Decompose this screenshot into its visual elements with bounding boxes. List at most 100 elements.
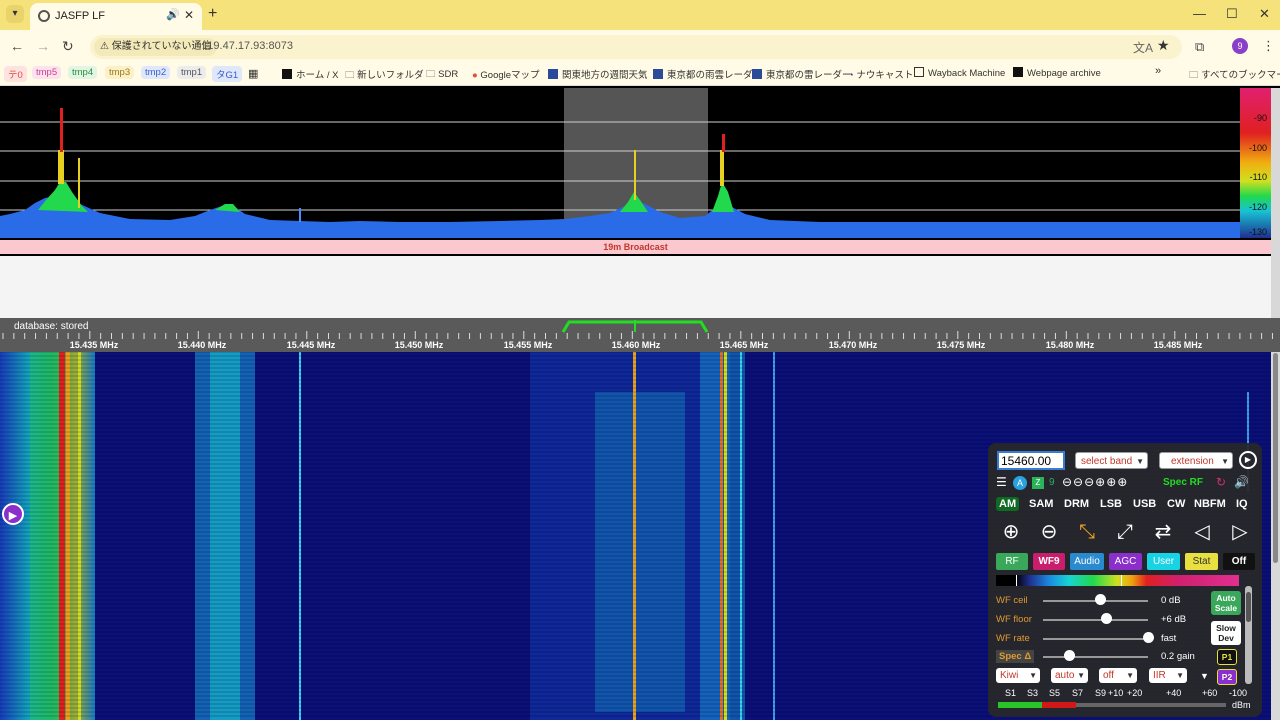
play-icon[interactable]: ▶	[2, 503, 24, 525]
zoom-max-out-icon[interactable]: ⤢	[1111, 518, 1139, 546]
tab-rf[interactable]: RF	[996, 553, 1028, 570]
address-bar[interactable]: ⚠ 保護されていない通信 119.47.17.93:8073 文A ★	[90, 35, 1182, 59]
panel-scroll-thumb[interactable]	[1246, 592, 1251, 622]
spec-delta-label[interactable]: Spec Δ	[996, 650, 1035, 663]
bookmark-item[interactable]: 東京都の雷レーダー	[752, 67, 852, 81]
translate-icon[interactable]: 文A	[1133, 39, 1153, 56]
extension-dropdown[interactable]: extension ▼	[1159, 452, 1233, 469]
tab-search-button[interactable]: ▾	[6, 5, 24, 23]
active-tab[interactable]: JASFP LF 🔊 ✕	[30, 3, 202, 30]
forward-button[interactable]: →	[36, 38, 50, 54]
spec-gain-slider[interactable]	[1043, 656, 1148, 658]
wf-ceil-knob[interactable]	[1095, 594, 1107, 605]
spec-gain-knob[interactable]	[1063, 650, 1075, 661]
wf-rate-slider[interactable]	[1043, 638, 1148, 640]
extensions-icon[interactable]: ⧉	[1195, 39, 1204, 55]
frequency-scale[interactable]: database: stored 15.435 MHz 15.440 MHz 1…	[0, 318, 1280, 352]
mode-sam[interactable]: SAM	[1026, 497, 1056, 511]
minimize-button[interactable]: —	[1193, 6, 1206, 21]
menu-icon[interactable]: ☰	[996, 475, 1007, 489]
kiwi-select[interactable]: Kiwi ▼	[996, 668, 1040, 683]
bookmark-folder[interactable]: 🗀 新しいフォルダ	[345, 67, 424, 84]
auto-select[interactable]: auto ▼	[1051, 668, 1088, 683]
scrollbar-thumb[interactable]	[1273, 353, 1278, 563]
chevron-down-icon[interactable]: ▼	[1200, 671, 1209, 681]
tab-audio[interactable]: Audio	[1070, 553, 1104, 570]
chevron-right-icon[interactable]: ▷	[1226, 518, 1254, 546]
p1-button[interactable]: P1	[1217, 649, 1237, 665]
bookmark-item[interactable]: tmp2	[141, 66, 171, 79]
url-text[interactable]: 119.47.17.93:8073	[202, 40, 293, 52]
frequency-input[interactable]	[997, 451, 1065, 470]
bookmark-item[interactable]: Webpage archive	[1013, 67, 1101, 79]
play-icon[interactable]: ▶	[1239, 451, 1257, 469]
bookmark-item[interactable]: tmp3	[105, 66, 135, 79]
speaker-icon[interactable]: 🔊	[1234, 475, 1249, 489]
tab-stat[interactable]: Stat	[1185, 553, 1218, 570]
apps-grid-icon[interactable]: ▦	[248, 67, 258, 80]
bookmark-item[interactable]: ● Googleマップ	[472, 67, 540, 81]
maximize-button[interactable]: ☐	[1226, 6, 1238, 22]
swap-icon[interactable]: ⇄	[1149, 518, 1177, 546]
auto-scale-button[interactable]: Auto Scale	[1211, 591, 1241, 615]
profile-avatar[interactable]: 9	[1232, 38, 1248, 54]
zoom-in-icon[interactable]: ⊕	[997, 518, 1025, 546]
bookmark-item[interactable]: テ0	[4, 66, 27, 82]
colormap-floor-marker[interactable]	[1016, 575, 1017, 586]
mode-am[interactable]: AM	[996, 497, 1020, 511]
panel-scrollbar[interactable]	[1245, 586, 1252, 684]
tab-user[interactable]: User	[1147, 553, 1180, 570]
bookmark-item[interactable]: tmp5	[32, 66, 62, 79]
bookmark-item[interactable]: tmp4	[68, 66, 98, 79]
mode-nbfm[interactable]: NBFM	[1191, 497, 1229, 511]
spec-rf-button[interactable]: Spec RF	[1163, 477, 1203, 488]
wf-floor-knob[interactable]	[1100, 613, 1112, 624]
more-bookmarks-icon[interactable]: »	[1155, 65, 1161, 77]
zoom-out-icon[interactable]: ⊖	[1035, 518, 1063, 546]
bookmark-item[interactable]: ホーム / X	[282, 67, 338, 81]
mode-usb[interactable]: USB	[1130, 497, 1159, 511]
off-select[interactable]: off ▼	[1099, 668, 1137, 683]
zoom-to-band-icon[interactable]: ⤡	[1073, 518, 1101, 546]
tab-close-button[interactable]: ✕	[184, 8, 194, 22]
slow-dev-button[interactable]: Slow Dev	[1211, 621, 1241, 645]
tab-off[interactable]: Off	[1223, 553, 1255, 570]
bookmark-item[interactable]: ◔ ナウキャスト	[848, 67, 913, 81]
refresh-icon[interactable]: ↻	[1216, 475, 1226, 489]
a-button[interactable]: A	[1013, 476, 1027, 490]
wf-rate-knob[interactable]	[1142, 632, 1154, 643]
bookmark-item[interactable]: タG1	[212, 66, 243, 82]
spectrum-display[interactable]	[0, 88, 1240, 238]
bookmark-item[interactable]: 東京都の雨雲レーダ	[653, 67, 753, 81]
select-band-dropdown[interactable]: select band ▼	[1075, 452, 1148, 469]
iir-select[interactable]: IIR ▼	[1149, 668, 1187, 683]
bookmark-item[interactable]: Wayback Machine	[914, 67, 1005, 79]
mode-cw[interactable]: CW	[1164, 497, 1188, 511]
close-window-button[interactable]: ✕	[1259, 6, 1270, 22]
speaker-icon[interactable]: 🔊	[166, 8, 180, 21]
bookmark-item[interactable]: tmp1	[177, 66, 207, 79]
reload-button[interactable]: ↻	[62, 38, 74, 55]
waterfall-colormap-bar[interactable]	[996, 575, 1239, 586]
bookmark-star-icon[interactable]: ★	[1157, 37, 1170, 54]
page-scrollbar[interactable]	[1271, 88, 1280, 720]
back-button[interactable]: ←	[10, 38, 24, 54]
bookmark-folder[interactable]: 🗀 SDR	[426, 67, 458, 83]
all-bookmarks-folder[interactable]: 🗀 すべてのブックマーク	[1189, 67, 1280, 84]
zoom-step-icons[interactable]: ⊖⊖⊖⊕⊕⊕	[1062, 475, 1128, 489]
p2-button[interactable]: P2	[1217, 669, 1237, 685]
mode-iq[interactable]: IQ	[1233, 497, 1251, 511]
browser-menu-icon[interactable]: ⋮	[1262, 38, 1275, 54]
security-chip[interactable]: ⚠ 保護されていない通信	[94, 38, 218, 56]
tab-wf[interactable]: WF9	[1033, 553, 1065, 570]
tab-agc[interactable]: AGC	[1109, 553, 1142, 570]
mode-lsb[interactable]: LSB	[1097, 497, 1125, 511]
band-bar[interactable]: 19m Broadcast	[0, 240, 1271, 254]
z-button[interactable]: Z	[1032, 477, 1044, 489]
bookmark-item[interactable]: 関東地方の週間天気	[548, 67, 648, 81]
chevron-left-icon[interactable]: ◁	[1188, 518, 1216, 546]
colormap-ceil-marker[interactable]	[1121, 575, 1122, 586]
wf-floor-slider[interactable]	[1043, 619, 1148, 621]
new-tab-button[interactable]: +	[208, 5, 217, 23]
mode-drm[interactable]: DRM	[1061, 497, 1092, 511]
